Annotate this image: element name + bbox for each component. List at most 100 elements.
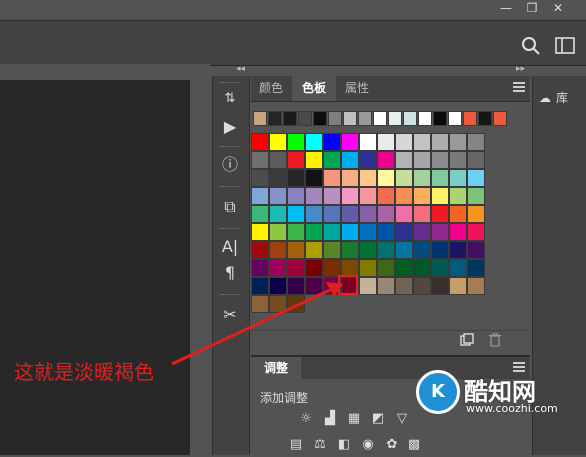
swatch[interactable] — [449, 259, 467, 277]
swatch[interactable] — [377, 223, 395, 241]
expand-icon[interactable]: ▸▸ — [516, 64, 525, 74]
restore-button[interactable]: ❐ — [520, 0, 544, 18]
swatch[interactable] — [431, 259, 449, 277]
recent-swatch[interactable] — [298, 111, 312, 126]
tab-swatches[interactable]: 色板 — [292, 76, 336, 101]
swatch[interactable] — [341, 223, 359, 241]
swatch[interactable] — [377, 151, 395, 169]
recent-swatch[interactable] — [313, 111, 327, 126]
swatch[interactable] — [467, 187, 485, 205]
swatch[interactable] — [341, 187, 359, 205]
swatch[interactable] — [251, 277, 269, 295]
swatch[interactable] — [323, 205, 341, 223]
swatch[interactable] — [341, 151, 359, 169]
swatch[interactable] — [377, 187, 395, 205]
swatch[interactable] — [269, 259, 287, 277]
swatch[interactable] — [431, 187, 449, 205]
tab-color[interactable]: 颜色 — [252, 76, 290, 101]
recent-swatch[interactable] — [358, 111, 372, 126]
swatch[interactable] — [269, 223, 287, 241]
swatch[interactable] — [467, 151, 485, 169]
swatch[interactable] — [287, 223, 305, 241]
swatch[interactable] — [269, 187, 287, 205]
swatch[interactable] — [251, 151, 269, 169]
swatch[interactable] — [305, 133, 323, 151]
swatch[interactable] — [359, 151, 377, 169]
info-icon[interactable]: ⓘ — [218, 154, 242, 176]
swatch[interactable] — [359, 133, 377, 151]
swatch[interactable] — [395, 169, 413, 187]
brightness-icon[interactable]: ☼ — [298, 412, 314, 426]
swatch[interactable] — [341, 241, 359, 259]
swatch[interactable] — [431, 205, 449, 223]
swatch[interactable] — [359, 205, 377, 223]
swatch[interactable] — [359, 259, 377, 277]
swatch[interactable] — [449, 133, 467, 151]
swatch[interactable] — [467, 241, 485, 259]
swatch[interactable] — [323, 223, 341, 241]
grip-handle[interactable] — [220, 294, 240, 298]
swatch[interactable] — [359, 277, 377, 295]
recent-swatch[interactable] — [268, 111, 282, 126]
swatch[interactable] — [269, 295, 287, 313]
panel-menu-icon[interactable] — [513, 82, 525, 92]
swatch[interactable] — [431, 223, 449, 241]
swatch[interactable] — [449, 241, 467, 259]
recent-swatch[interactable] — [403, 111, 417, 126]
swatch[interactable] — [269, 205, 287, 223]
swatch[interactable] — [269, 133, 287, 151]
swatch[interactable] — [431, 169, 449, 187]
swatch[interactable] — [377, 241, 395, 259]
recent-swatch[interactable] — [283, 111, 297, 126]
swatch[interactable] — [251, 133, 269, 151]
swatch[interactable] — [395, 277, 413, 295]
swatch[interactable] — [251, 205, 269, 223]
swatch[interactable] — [431, 241, 449, 259]
play-icon[interactable]: ▶ — [218, 116, 242, 138]
swatch[interactable] — [269, 169, 287, 187]
swatch[interactable] — [431, 151, 449, 169]
swatch[interactable] — [359, 223, 377, 241]
swatch[interactable] — [269, 277, 287, 295]
swatch[interactable] — [359, 241, 377, 259]
search-icon[interactable] — [521, 36, 541, 56]
collapse-icon[interactable]: ◂◂ — [236, 64, 245, 74]
swatch[interactable] — [413, 151, 431, 169]
swatch[interactable] — [449, 205, 467, 223]
swatch[interactable] — [413, 205, 431, 223]
swatch[interactable] — [467, 277, 485, 295]
swatch[interactable] — [395, 151, 413, 169]
swatch[interactable] — [377, 277, 395, 295]
swatch[interactable] — [251, 259, 269, 277]
swatch[interactable] — [395, 241, 413, 259]
grip-handle[interactable] — [220, 228, 240, 232]
swatch[interactable] — [251, 169, 269, 187]
swatch[interactable] — [305, 187, 323, 205]
swatch[interactable] — [323, 241, 341, 259]
swatch[interactable] — [467, 259, 485, 277]
swatch[interactable] — [287, 205, 305, 223]
swatch[interactable] — [413, 169, 431, 187]
swatch[interactable] — [251, 295, 269, 313]
swatch[interactable] — [449, 187, 467, 205]
bw-icon[interactable]: ◧ — [336, 438, 352, 452]
document-canvas[interactable] — [0, 80, 190, 455]
swatch[interactable] — [377, 169, 395, 187]
swatch[interactable] — [377, 133, 395, 151]
swatch[interactable] — [431, 133, 449, 151]
swatch[interactable] — [449, 151, 467, 169]
new-swatch-icon[interactable] — [460, 333, 474, 347]
grip-handle[interactable] — [220, 146, 240, 150]
swatch[interactable] — [305, 205, 323, 223]
swatch[interactable] — [323, 187, 341, 205]
recent-swatch[interactable] — [433, 111, 447, 126]
swatch[interactable] — [341, 205, 359, 223]
swatch[interactable] — [287, 277, 305, 295]
swatch[interactable] — [341, 169, 359, 187]
levels-icon[interactable]: ▟ — [322, 412, 338, 426]
swatch[interactable] — [467, 205, 485, 223]
swatch[interactable] — [251, 241, 269, 259]
swatch[interactable] — [323, 169, 341, 187]
swatch[interactable] — [395, 205, 413, 223]
swatch[interactable] — [287, 169, 305, 187]
